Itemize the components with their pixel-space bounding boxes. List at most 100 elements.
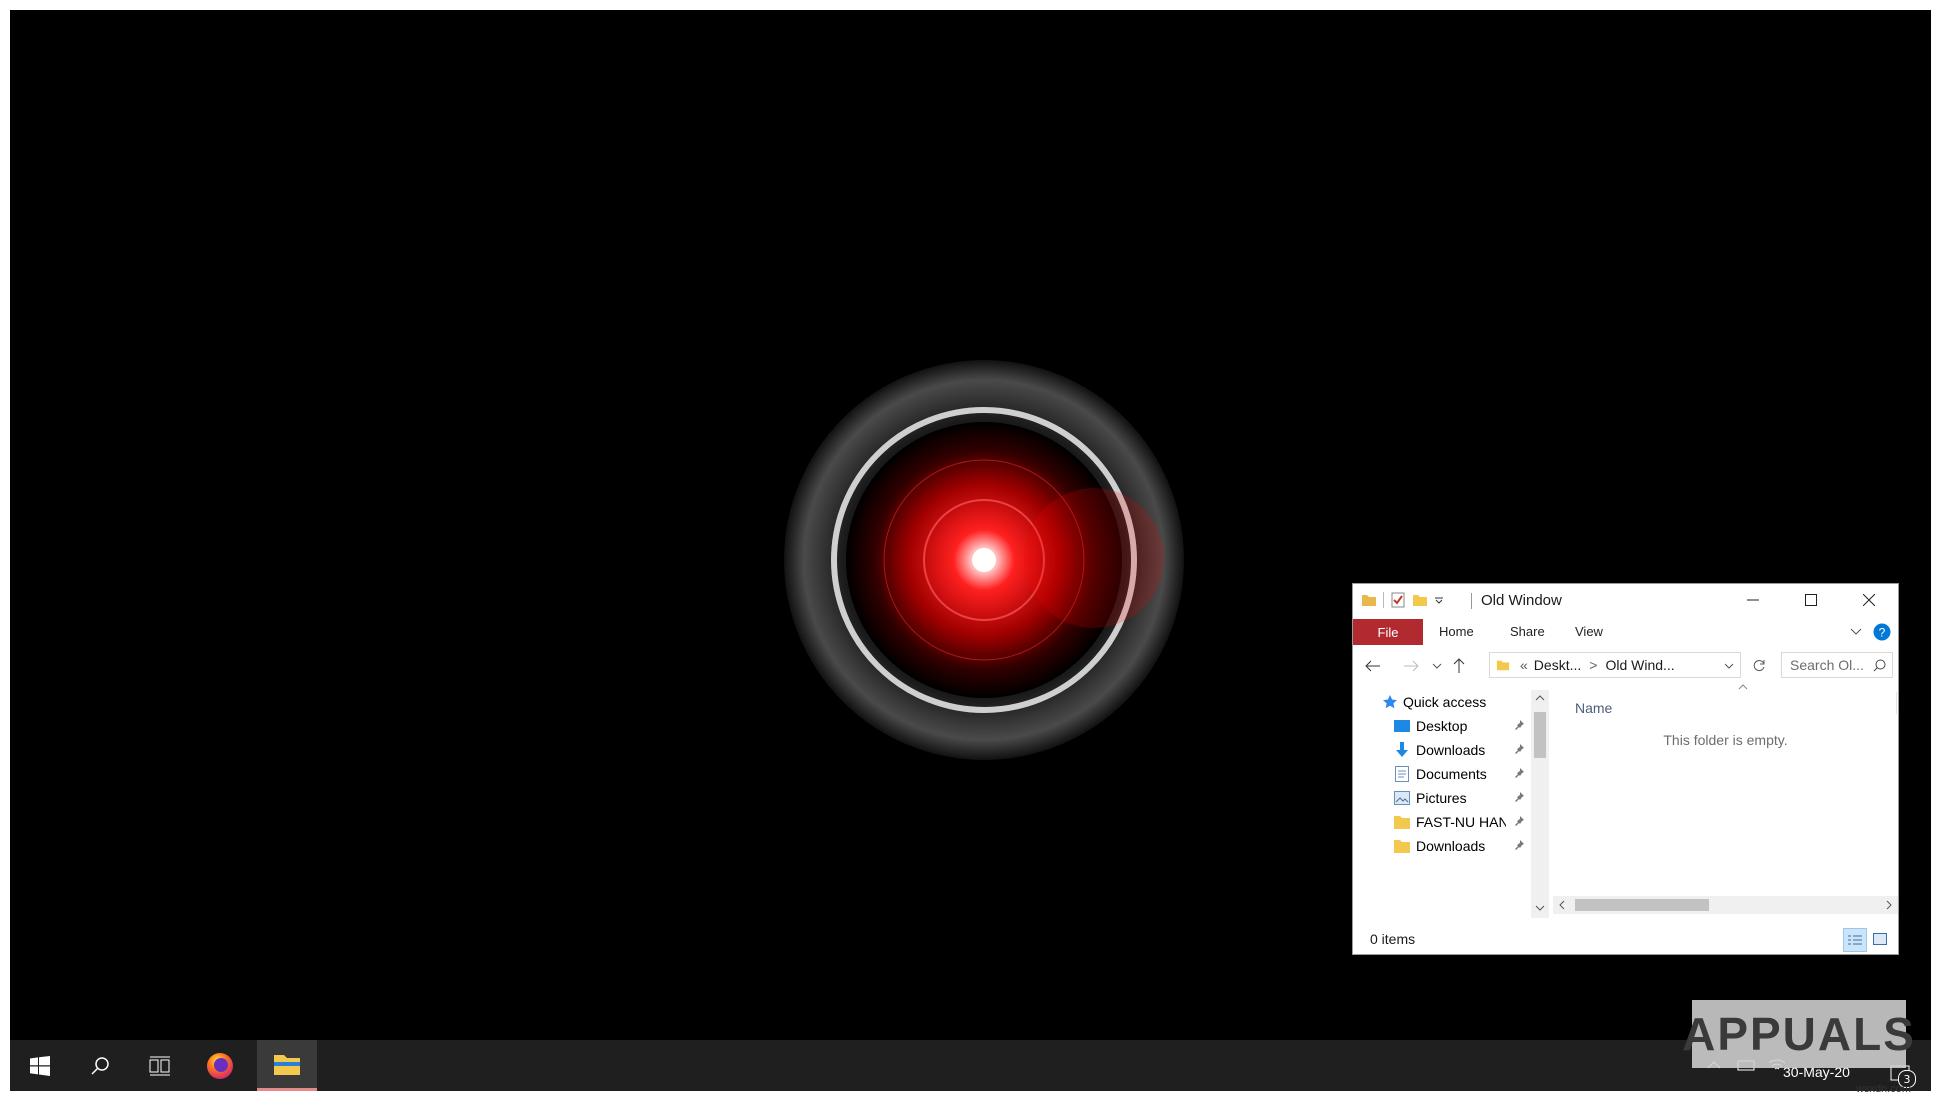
scrollbar-thumb[interactable] <box>1575 899 1709 911</box>
sidebar-item-downloads-folder[interactable]: Downloads <box>1353 834 1533 858</box>
sidebar-item-desktop[interactable]: Desktop <box>1353 714 1533 738</box>
divider <box>1471 593 1472 609</box>
breadcrumb-desktop[interactable]: Deskt... <box>1534 657 1581 673</box>
tab-file[interactable]: File <box>1353 619 1423 645</box>
sidebar-item-fast-nu[interactable]: FAST-NU HAN <box>1353 810 1533 834</box>
refresh-button[interactable] <box>1747 654 1771 678</box>
folder-icon <box>1393 837 1411 855</box>
sidebar-item-label: Pictures <box>1416 790 1467 806</box>
chevron-down-icon[interactable] <box>1535 904 1545 912</box>
tab-share[interactable]: Share <box>1510 624 1545 639</box>
pin-icon[interactable] <box>1513 791 1525 803</box>
download-icon <box>1393 741 1411 759</box>
chevron-right-icon[interactable] <box>1885 900 1893 910</box>
firefox-taskbar-button[interactable] <box>190 1040 250 1091</box>
appuals-watermark: APPUALS <box>1682 1000 1914 1068</box>
search-placeholder: Search Ol... <box>1790 657 1864 673</box>
scrollbar-thumb[interactable] <box>1534 712 1546 758</box>
breadcrumb-overflow[interactable]: « <box>1520 657 1528 673</box>
chevron-down-icon[interactable] <box>1434 595 1444 605</box>
minimize-button[interactable] <box>1724 584 1782 616</box>
properties-icon[interactable] <box>1390 592 1406 608</box>
search-button[interactable] <box>70 1040 130 1091</box>
divider <box>1896 692 1897 714</box>
column-header-name[interactable]: Name <box>1575 700 1612 716</box>
pictures-icon <box>1393 789 1411 807</box>
sidebar-item-label: Downloads <box>1416 742 1486 758</box>
folder-icon <box>1362 595 1376 606</box>
arrow-right-icon <box>1404 660 1419 672</box>
sidebar-item-pictures[interactable]: Pictures <box>1353 786 1533 810</box>
pin-icon[interactable] <box>1513 839 1525 851</box>
start-icon <box>30 1055 50 1076</box>
search-icon <box>1873 659 1886 672</box>
pin-icon[interactable] <box>1513 767 1525 779</box>
forward-button[interactable] <box>1399 654 1423 678</box>
chevron-down-icon <box>1432 663 1442 669</box>
details-view-icon <box>1848 935 1862 945</box>
star-icon <box>1381 693 1399 711</box>
sidebar-item-label: Documents <box>1416 766 1487 782</box>
status-bar: 0 items <box>1353 924 1898 954</box>
address-row: « Deskt... > Old Wind... Search Ol... <box>1353 650 1898 682</box>
large-icons-view-icon <box>1873 933 1887 945</box>
pin-icon[interactable] <box>1513 743 1525 755</box>
nav-pane-scrollbar[interactable] <box>1531 690 1549 918</box>
document-icon <box>1393 765 1411 783</box>
refresh-icon <box>1753 660 1765 671</box>
maximize-icon <box>1805 594 1817 606</box>
search-icon <box>91 1056 109 1075</box>
sidebar-item-downloads[interactable]: Downloads <box>1353 738 1533 762</box>
task-view-button[interactable] <box>130 1040 190 1091</box>
pin-icon[interactable] <box>1513 815 1525 827</box>
start-button[interactable] <box>10 1040 70 1091</box>
sidebar-item-label: Quick access <box>1403 694 1487 710</box>
maximize-button[interactable] <box>1782 584 1840 616</box>
close-icon <box>1863 594 1875 606</box>
ribbon-tabs: File Home Share View ? <box>1353 619 1898 645</box>
desktop: Old Window File Home Share View ? « Desk… <box>10 10 1931 1091</box>
file-explorer-taskbar-button[interactable] <box>257 1040 317 1091</box>
source-watermark: wsxdn.com <box>1856 1083 1912 1095</box>
large-icons-view-button[interactable] <box>1869 928 1891 950</box>
file-list[interactable]: Name This folder is empty. <box>1553 682 1898 922</box>
task-view-icon <box>149 1056 170 1075</box>
horizontal-scrollbar[interactable] <box>1553 896 1898 914</box>
chevron-down-icon[interactable] <box>1724 662 1734 670</box>
details-view-button[interactable] <box>1843 928 1867 952</box>
wallpaper-red-eye-image <box>784 360 1184 760</box>
folder-icon <box>1393 813 1411 831</box>
address-bar[interactable]: « Deskt... > Old Wind... <box>1489 652 1741 678</box>
navigation-pane: Quick access Desktop Downloads Documents… <box>1353 690 1553 918</box>
title-bar[interactable]: Old Window <box>1353 584 1898 616</box>
recent-locations-button[interactable] <box>1425 654 1449 678</box>
tab-view[interactable]: View <box>1575 624 1603 639</box>
breadcrumb-old-window[interactable]: Old Wind... <box>1605 657 1674 673</box>
window-title: Old Window <box>1481 592 1562 609</box>
pin-icon[interactable] <box>1513 719 1525 731</box>
arrow-left-icon <box>1365 660 1380 672</box>
sidebar-item-label: Desktop <box>1416 718 1468 734</box>
close-button[interactable] <box>1840 584 1898 616</box>
minimize-icon <box>1747 599 1759 601</box>
up-button[interactable] <box>1447 654 1471 678</box>
expand-ribbon-icon[interactable] <box>1850 627 1862 637</box>
back-button[interactable] <box>1361 654 1385 678</box>
svg-text:?: ? <box>1879 626 1886 640</box>
new-folder-icon[interactable] <box>1412 592 1428 608</box>
chevron-up-icon[interactable] <box>1535 694 1545 702</box>
arrow-up-icon <box>1453 658 1465 673</box>
sidebar-item-documents[interactable]: Documents <box>1353 762 1533 786</box>
file-explorer-icon <box>274 1055 300 1075</box>
sidebar-item-label: FAST-NU HAN <box>1416 814 1506 830</box>
sidebar-item-label: Downloads <box>1416 838 1486 854</box>
item-count: 0 items <box>1370 931 1416 947</box>
tab-home[interactable]: Home <box>1439 624 1474 639</box>
sidebar-item-quick-access[interactable]: Quick access <box>1353 690 1533 714</box>
help-icon[interactable]: ? <box>1873 623 1891 641</box>
desktop-icon <box>1393 717 1411 735</box>
file-explorer-window[interactable]: Old Window File Home Share View ? « Desk… <box>1352 583 1899 955</box>
search-input[interactable]: Search Ol... <box>1781 652 1893 678</box>
divider <box>1383 592 1384 608</box>
chevron-left-icon[interactable] <box>1558 900 1566 910</box>
